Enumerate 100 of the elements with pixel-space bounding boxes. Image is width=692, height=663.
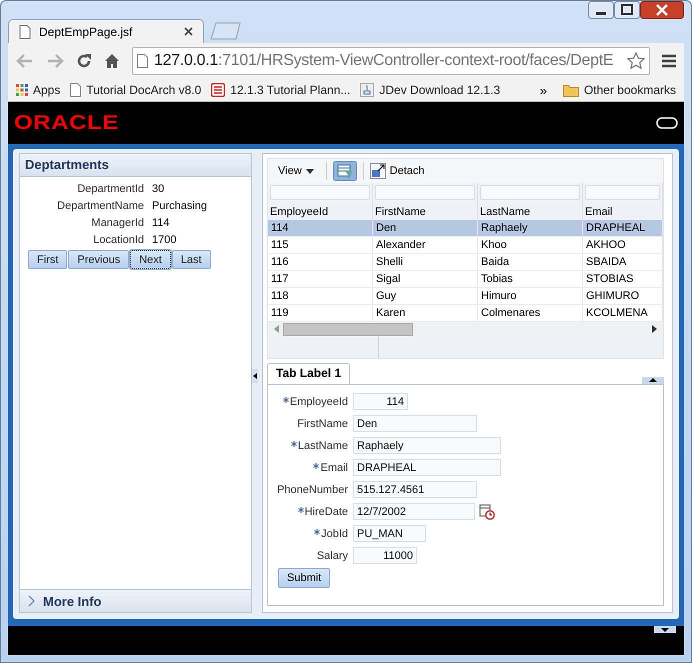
table-cell: Alexander <box>373 237 478 253</box>
text-field[interactable]: 12/7/2002 <box>353 503 475 520</box>
text-field[interactable]: PU_MAN <box>353 525 426 542</box>
table-cell: STOBIAS <box>583 271 663 287</box>
table-cell: Guy <box>373 288 478 304</box>
field-value: Purchasing <box>152 199 208 214</box>
field-label: Email <box>320 462 348 474</box>
more-bookmarks-button[interactable]: » <box>540 82 547 98</box>
table-row[interactable]: 117 Sigal Tobias STOBIAS <box>268 271 663 288</box>
bookmark[interactable]: Tutorial DocArch v8.0 <box>70 83 202 97</box>
text-field[interactable]: Raphaely <box>353 437 501 454</box>
address-bar[interactable]: 127.0.0.1:7101/HRSystem-ViewController-context-root/faces/DeptE <box>132 47 650 75</box>
table-cell: Tobias <box>478 271 583 287</box>
table-cell: SBAIDA <box>583 254 663 270</box>
apps-grid-icon <box>16 84 28 96</box>
menu-icon[interactable] <box>662 54 676 68</box>
table-cell: 119 <box>268 305 373 321</box>
table-cell: Shelli <box>373 254 478 270</box>
accordion-header[interactable]: More Info <box>20 589 251 612</box>
filter-field[interactable] <box>270 185 370 200</box>
field-label: Salary <box>316 550 348 562</box>
table-cell: Himuro <box>478 288 583 304</box>
table-cell: Raphaely <box>478 220 583 236</box>
nav-button[interactable]: First <box>28 250 68 269</box>
table-cell: 114 <box>268 220 373 236</box>
scroll-right-icon[interactable] <box>652 325 657 333</box>
maximize-icon[interactable] <box>614 1 640 19</box>
nav-button[interactable]: Next <box>130 250 171 269</box>
view-menu[interactable]: View <box>272 165 320 177</box>
table-cell: Colmenares <box>478 305 583 321</box>
table-cell: GHIMURO <box>583 288 663 304</box>
oracle-logo: ORACLE <box>14 112 119 134</box>
page-icon <box>19 24 31 38</box>
star-icon[interactable] <box>627 52 645 70</box>
text-field[interactable]: 515.127.4561 <box>353 481 477 498</box>
reload-icon[interactable] <box>76 53 92 69</box>
text-field[interactable]: Den <box>353 415 477 432</box>
table-cell: 115 <box>268 237 373 253</box>
field-value: 1700 <box>152 233 178 248</box>
field-label: DepartmentId <box>76 182 144 197</box>
filter-field[interactable] <box>480 185 580 200</box>
field-label: FirstName <box>297 418 348 430</box>
horizontal-scrollbar[interactable] <box>268 322 663 336</box>
bookmark-folder[interactable]: Other bookmarks <box>562 83 676 97</box>
caret-icon <box>306 168 314 174</box>
home-icon[interactable] <box>104 53 120 69</box>
table-cell: Den <box>373 220 478 236</box>
field-label: LastName <box>298 440 348 452</box>
bookmark[interactable]: Apps <box>16 83 60 97</box>
text-field[interactable]: DRAPHEAL <box>353 459 501 476</box>
field-label: PhoneNumber <box>277 484 348 496</box>
filter-field[interactable] <box>585 185 660 200</box>
field-label: JobId <box>321 528 348 540</box>
field-value: 114 <box>152 216 171 231</box>
nav-button[interactable]: Previous <box>68 250 130 269</box>
close-icon[interactable] <box>184 27 193 36</box>
detach-button[interactable]: Detach <box>370 163 425 179</box>
tab[interactable]: Tab Label 1 <box>267 363 350 384</box>
table-cell: 117 <box>268 271 373 287</box>
browser-tab[interactable]: DeptEmpPage.jsf <box>8 19 204 43</box>
expand-down-icon[interactable] <box>654 626 676 633</box>
planner-icon <box>211 83 226 97</box>
nav-button[interactable]: Last <box>172 250 211 269</box>
table-row[interactable]: 116 Shelli Baida SBAIDA <box>268 254 663 271</box>
minimize-icon[interactable] <box>588 1 614 19</box>
panel-header: Deptartments <box>20 154 251 177</box>
submit-button[interactable]: Submit <box>278 568 330 588</box>
table-row[interactable]: 118 Guy Himuro GHIMURO <box>268 288 663 305</box>
table-cell: DRAPHEAL <box>583 220 663 236</box>
field-value: 30 <box>152 182 166 197</box>
text-field[interactable]: 114 <box>353 393 408 410</box>
table-cell: 118 <box>268 288 373 304</box>
text-field[interactable]: 11000 <box>353 547 417 564</box>
chevron-right-icon <box>28 595 35 607</box>
table-cell: 116 <box>268 254 373 270</box>
table-cell: KCOLMENA <box>583 305 663 321</box>
table-cell: Sigal <box>373 271 478 287</box>
table-row[interactable]: 114 Den Raphaely DRAPHEAL <box>268 220 663 237</box>
table-row[interactable]: 115 Alexander Khoo AKHOO <box>268 237 663 254</box>
bookmark[interactable]: 12.1.3 Tutorial Plann... <box>211 83 350 97</box>
page-icon <box>70 83 82 97</box>
field-label: DepartmentName <box>56 199 144 214</box>
close-icon[interactable] <box>640 1 684 19</box>
table-cell: Karen <box>373 305 478 321</box>
field-label: EmployeeId <box>290 396 348 408</box>
filter-field[interactable] <box>375 185 475 200</box>
field-label: ManagerId <box>90 216 144 231</box>
collapse-up-icon[interactable] <box>642 377 664 384</box>
table-cell: AKHOO <box>583 237 663 253</box>
bookmark[interactable]: JDev Download 12.1.3 <box>360 83 500 97</box>
table-cell: Baida <box>478 254 583 270</box>
detach-icon <box>370 163 386 179</box>
url-text: 127.0.0.1:7101/HRSystem-ViewController-context-root/faces/DeptE <box>154 52 614 70</box>
tab-title: DeptEmpPage.jsf <box>39 24 134 38</box>
page-icon <box>137 54 148 68</box>
calendar-clock-icon[interactable] <box>479 504 495 520</box>
folder-icon <box>562 84 579 96</box>
filter-table-button[interactable] <box>332 161 357 181</box>
field-label: LocationId <box>92 233 144 248</box>
field-label: HireDate <box>304 506 348 518</box>
